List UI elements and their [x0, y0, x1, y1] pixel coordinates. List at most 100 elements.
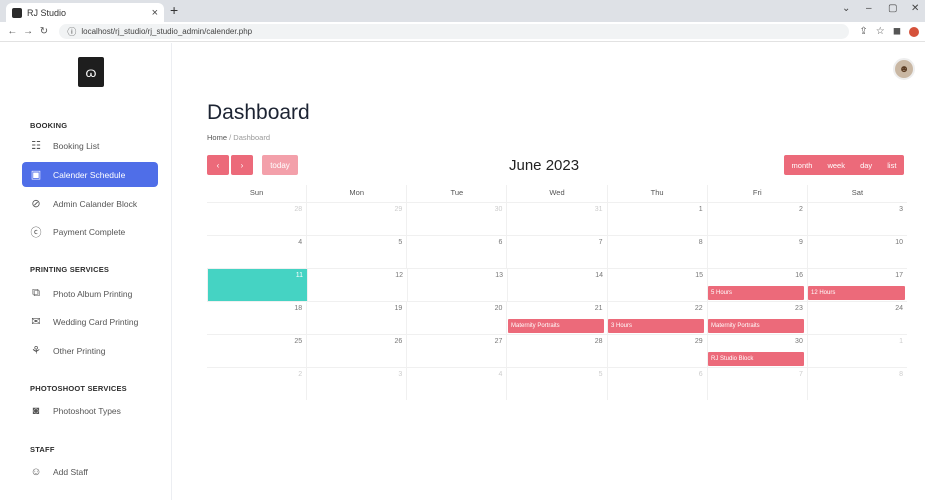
sidebar-toggle-icon[interactable]: ◼ [893, 26, 901, 37]
calendar-day[interactable]: 10 [806, 236, 907, 268]
calendar-day[interactable]: 13 [407, 269, 507, 301]
calendar-grid: Sun Mon Tue Wed Thu Fri Sat 28 29 30 31 … [207, 185, 907, 400]
section-title-booking: BOOKING [30, 121, 68, 130]
extension-icon[interactable] [909, 26, 920, 37]
calendar-day[interactable]: 9 [706, 236, 807, 268]
block-icon: ⊘ [31, 198, 41, 210]
sidebar-item-photoshoot-types[interactable]: ◙ Photoshoot Types [22, 398, 158, 423]
sidebar-item-wedding-card-printing[interactable]: ✉ Wedding Card Printing [22, 309, 158, 334]
calendar-day[interactable]: 7 [706, 368, 807, 400]
sidebar-item-photo-album-printing[interactable]: ⧉ Photo Album Printing [22, 281, 158, 306]
calendar-day[interactable]: 14 [507, 269, 607, 301]
minimize-icon[interactable]: – [866, 3, 872, 14]
calendar-day[interactable]: 5 [306, 236, 406, 268]
url-field[interactable]: ⓘ localhost/rj_studio/rj_studio_admin/ca… [59, 24, 850, 39]
calendar-day[interactable]: 6 [406, 236, 506, 268]
prev-month-button[interactable]: ‹ [207, 155, 229, 175]
breadcrumb: Home / Dashboard [207, 133, 270, 142]
calendar-week: 28 29 30 31 1 2 3 [207, 202, 907, 235]
page-title: Dashboard [207, 101, 310, 124]
sidebar-item-payment-complete[interactable]: ⓒ Payment Complete [22, 219, 158, 244]
calendar-icon: ▣ [30, 169, 42, 181]
calendar-week: 11 12 13 14 15 16 17 5 Hours 12 Hours [207, 268, 907, 302]
calendar-day[interactable]: 24 [806, 302, 907, 334]
new-tab-icon[interactable]: + [170, 2, 178, 18]
calendar-day[interactable]: 29 [306, 203, 406, 235]
calendar-week: 2 3 4 5 6 7 8 [207, 367, 907, 400]
avatar[interactable]: ☻ [893, 58, 915, 80]
calendar-day[interactable]: 3 [806, 203, 907, 235]
calendar-event[interactable]: Maternity Portraits [508, 319, 604, 333]
payment-icon: ⓒ [30, 226, 42, 239]
share-icon[interactable]: ⇪ [859, 26, 867, 37]
sidebar-item-add-staff[interactable]: ☺ Add Staff [22, 459, 158, 484]
calendar-day[interactable]: 18 [207, 302, 306, 334]
calendar-event[interactable]: 3 Hours [608, 319, 704, 333]
sidebar-item-calender-schedule[interactable]: ▣ Calender Schedule [22, 162, 158, 187]
calendar-event[interactable]: RJ Studio Block [708, 352, 804, 366]
weekday-sat: Sat [806, 185, 907, 202]
calendar-day[interactable]: 19 [306, 302, 406, 334]
maximize-icon[interactable]: ▢ [888, 3, 897, 14]
view-day-button[interactable]: day [860, 161, 872, 170]
bookmark-star-icon[interactable]: ☆ [876, 26, 885, 37]
forward-icon[interactable]: → [22, 26, 35, 37]
sidebar-item-booking-list[interactable]: ☷ Booking List [22, 133, 158, 158]
calendar-event[interactable]: 12 Hours [808, 286, 905, 300]
today-button[interactable]: today [262, 155, 298, 175]
booking-list-icon: ☷ [31, 140, 41, 152]
calendar-day[interactable]: 4 [207, 236, 306, 268]
calendar-event[interactable]: Maternity Portraits [708, 319, 804, 333]
calendar-day[interactable]: 20 [406, 302, 506, 334]
calendar-day[interactable]: 8 [606, 236, 707, 268]
tab-close-icon[interactable]: × [152, 7, 158, 19]
reload-icon[interactable]: ↻ [38, 26, 51, 37]
calendar-day[interactable]: 7 [506, 236, 606, 268]
calendar-day[interactable]: 29 [606, 335, 707, 367]
site-info-icon[interactable]: ⓘ [67, 25, 76, 38]
calendar-day[interactable]: 26 [306, 335, 406, 367]
calendar-day[interactable]: 30 [406, 203, 506, 235]
sidebar-item-label: Other Printing [53, 345, 106, 356]
sidebar-item-label: Admin Calander Block [53, 198, 138, 209]
chevron-down-icon[interactable]: ⌄ [842, 3, 850, 14]
calendar-day[interactable]: 3 [306, 368, 406, 400]
calendar-day[interactable]: 5 [506, 368, 606, 400]
view-month-button[interactable]: month [792, 161, 813, 170]
calendar-day[interactable]: 12 [307, 269, 407, 301]
calendar-day[interactable]: 25 [207, 335, 306, 367]
sidebar-item-label: Wedding Card Printing [53, 316, 139, 327]
calendar-day[interactable]: 27 [406, 335, 506, 367]
calendar-day[interactable]: 1 [606, 203, 707, 235]
close-window-icon[interactable]: ✕ [911, 3, 919, 14]
calendar-event[interactable]: 5 Hours [708, 286, 804, 300]
weekday-thu: Thu [606, 185, 707, 202]
calendar-day[interactable]: 28 [207, 203, 306, 235]
next-month-button[interactable]: › [231, 155, 253, 175]
calendar-title: June 2023 [509, 157, 580, 174]
calendar-day[interactable]: 31 [506, 203, 606, 235]
sidebar-item-label: Calender Schedule [53, 169, 126, 180]
calendar-day[interactable]: 4 [406, 368, 506, 400]
view-list-button[interactable]: list [887, 161, 896, 170]
view-week-button[interactable]: week [827, 161, 845, 170]
address-bar: ← → ↻ ⓘ localhost/rj_studio/rj_studio_ad… [0, 22, 925, 42]
calendar-day[interactable]: 15 [607, 269, 707, 301]
calendar-day[interactable]: 8 [806, 368, 907, 400]
studio-logo[interactable]: ɷ [78, 57, 104, 87]
weekday-fri: Fri [706, 185, 807, 202]
calendar-day-today[interactable]: 11 [207, 269, 307, 301]
calendar-day[interactable]: 2 [706, 203, 807, 235]
calendar-day[interactable]: 1 [806, 335, 907, 367]
back-icon[interactable]: ← [6, 26, 19, 37]
breadcrumb-home[interactable]: Home [207, 133, 227, 142]
browser-tab[interactable]: RJ Studio × [6, 3, 164, 22]
sidebar-item-other-printing[interactable]: ⚘ Other Printing [22, 338, 158, 363]
browser-tab-bar: RJ Studio × + ⌄ – ▢ ✕ [0, 0, 925, 22]
weekday-tue: Tue [406, 185, 506, 202]
calendar-day[interactable]: 6 [606, 368, 707, 400]
calendar-week: 4 5 6 7 8 9 10 [207, 235, 907, 268]
calendar-day[interactable]: 2 [207, 368, 306, 400]
calendar-day[interactable]: 28 [506, 335, 606, 367]
sidebar-item-admin-calander-block[interactable]: ⊘ Admin Calander Block [22, 191, 158, 216]
